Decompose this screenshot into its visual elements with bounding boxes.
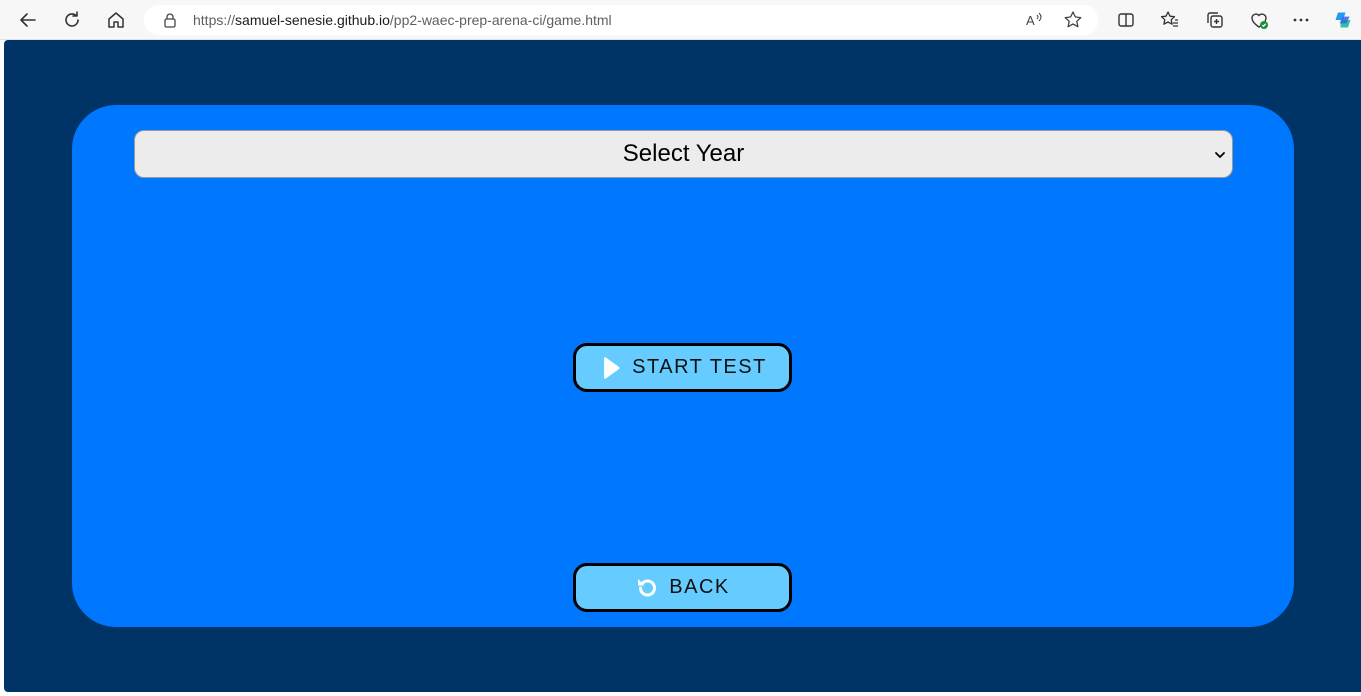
url-text[interactable]: https://samuel-senesie.github.io/pp2-wae… (193, 12, 612, 28)
split-screen-icon[interactable] (1114, 8, 1138, 32)
chevron-down-icon (1215, 152, 1225, 158)
back-arrow-icon[interactable] (14, 6, 42, 34)
svg-text:A: A (1026, 13, 1035, 28)
back-button[interactable]: BACK (573, 563, 792, 612)
lock-icon[interactable] (162, 12, 178, 28)
undo-icon (635, 576, 659, 600)
browser-toolbar: https://samuel-senesie.github.io/pp2-wae… (0, 0, 1361, 40)
back-label: BACK (669, 576, 730, 598)
play-icon (598, 356, 622, 380)
more-icon[interactable] (1289, 8, 1313, 32)
year-select[interactable]: Select Year (134, 130, 1233, 178)
start-test-button[interactable]: START TEST (573, 343, 792, 392)
collections-icon[interactable] (1203, 8, 1227, 32)
game-page: Select Year START TEST BACK (4, 40, 1361, 692)
copilot-icon[interactable] (1331, 8, 1355, 32)
refresh-icon[interactable] (58, 6, 86, 34)
browser-essentials-icon[interactable] (1247, 8, 1271, 32)
home-icon[interactable] (102, 6, 130, 34)
year-select-value: Select Year (622, 140, 745, 167)
read-aloud-icon[interactable]: A (1024, 10, 1044, 30)
favorite-star-icon[interactable] (1063, 10, 1083, 30)
game-card: Select Year START TEST BACK (72, 105, 1294, 627)
url-host: samuel-senesie.github.io (235, 12, 390, 28)
start-test-label: START TEST (632, 356, 767, 378)
address-bar[interactable]: https://samuel-senesie.github.io/pp2-wae… (144, 5, 1098, 35)
url-path: /pp2-waec-prep-arena-ci/game.html (389, 12, 612, 28)
favorites-icon[interactable] (1158, 8, 1182, 32)
